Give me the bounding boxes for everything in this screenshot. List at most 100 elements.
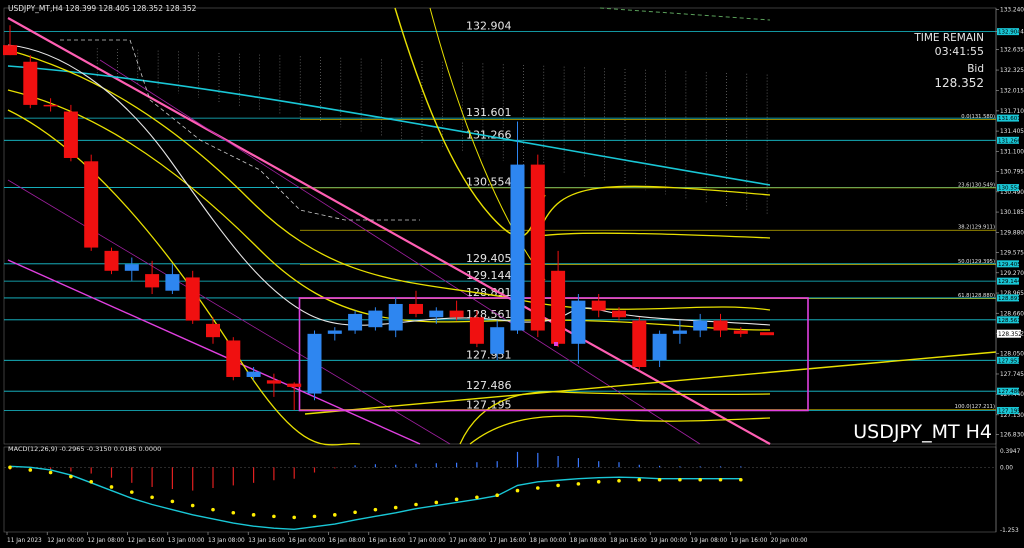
macd-signal-dot — [515, 488, 520, 493]
price-tick-label: 130.185 — [1000, 210, 1024, 216]
candle-body — [104, 250, 119, 271]
candle-body — [632, 320, 647, 368]
macd-signal-dot — [353, 510, 357, 515]
level-tag-label: 132.904 — [998, 30, 1021, 36]
candle-body — [185, 277, 200, 321]
price-tick-label: 132.015 — [1000, 89, 1024, 95]
candle-body — [490, 327, 505, 354]
candle-body — [409, 303, 423, 314]
macd-signal-dot — [109, 485, 114, 489]
level-tag-label: 128.561 — [998, 318, 1021, 324]
time-remain-label: TIME REMAIN — [913, 32, 984, 44]
fib-level-label: 38.2(129.911) — [958, 225, 995, 231]
candle-body — [672, 330, 687, 334]
candle-body — [3, 45, 17, 56]
time-tick-label: 18 Jan 00:00 — [530, 538, 567, 544]
time-tick-label: 18 Jan 16:00 — [610, 538, 647, 544]
candle-body — [246, 371, 261, 377]
candle-body — [733, 330, 748, 334]
candle-body — [307, 333, 322, 394]
candle-body — [612, 310, 626, 318]
candle-body — [206, 323, 220, 338]
macd-signal-dot — [150, 495, 154, 500]
macd-signal-dot — [617, 478, 621, 483]
candle-body — [43, 104, 58, 107]
time-tick-label: 13 Jan 08:00 — [208, 538, 245, 544]
time-tick-label: 19 Jan 16:00 — [731, 538, 768, 544]
candle-body — [713, 320, 728, 331]
time-tick-label: 16 Jan 08:00 — [329, 538, 366, 544]
macd-signal-dot — [373, 507, 378, 512]
bid-label: Bid — [967, 63, 984, 75]
candle-body — [287, 383, 302, 387]
macd-signal-dot — [556, 483, 560, 488]
time-tick-label: 17 Jan 00:00 — [409, 538, 446, 544]
level-tag-label: 127.951 — [998, 358, 1021, 364]
candle-body — [368, 310, 383, 328]
candle-body — [84, 161, 99, 248]
time-tick-label: 17 Jan 08:00 — [449, 538, 486, 544]
macd-signal-dot — [718, 477, 723, 482]
macd-signal-dot — [170, 499, 175, 504]
bid-tag-label: 128.352 — [998, 332, 1022, 338]
time-tick-label: 19 Jan 00:00 — [650, 538, 687, 544]
level-tag-label: 131.601 — [998, 116, 1021, 122]
time-tick-label: 13 Jan 16:00 — [248, 538, 285, 544]
price-tick-label: 127.745 — [1000, 372, 1024, 378]
macd-signal-dot — [678, 477, 682, 482]
time-tick-label: 11 Jan 2023 — [7, 538, 42, 544]
candle-body — [591, 300, 606, 311]
level-tag-label: 130.554 — [998, 186, 1021, 192]
price-tick-label: 129.575 — [1000, 251, 1024, 257]
level-tag-label: 129.144 — [998, 279, 1021, 285]
macd-signal-dot — [190, 503, 195, 508]
candle-body — [551, 270, 566, 344]
candle-body — [469, 317, 484, 344]
macd-signal-dot — [333, 513, 337, 517]
macd-signal-dot — [414, 502, 418, 507]
candle-body — [145, 274, 160, 288]
time-tick-label: 12 Jan 08:00 — [87, 538, 124, 544]
price-level-label: 131.601 — [466, 106, 512, 119]
level-tag-label: 131.266 — [998, 138, 1021, 144]
candle-body — [571, 300, 586, 344]
macd-indicator-title: MACD(12,26,9) -0.2965 -0.3150 0.0185 0.0… — [8, 445, 161, 453]
macd-signal-dot — [536, 486, 540, 490]
macd-signal-dot — [393, 505, 398, 510]
level-tag-label: 127.195 — [998, 408, 1021, 414]
macd-tick-label: 0.3947 — [1000, 449, 1021, 455]
chart-watermark: USDJPY_MT H4 — [853, 421, 992, 443]
bid-price-marker — [760, 332, 774, 336]
bid-value: 128.352 — [934, 76, 984, 90]
candle-body — [652, 333, 667, 361]
price-tick-label: 133.240 — [1000, 7, 1024, 13]
macd-signal-dot — [69, 474, 73, 479]
fib-level-label: 0.0(131.580) — [961, 114, 995, 120]
candle-body — [63, 111, 78, 158]
time-tick-label: 12 Jan 00:00 — [47, 538, 84, 544]
fib-level-label: 100.0(127.211) — [955, 404, 995, 410]
macd-signal-dot — [698, 477, 702, 482]
level-tag-label: 129.405 — [998, 262, 1021, 268]
candle-body — [266, 380, 281, 384]
price-tick-label: 130.795 — [1000, 170, 1024, 176]
candle-body — [226, 340, 241, 377]
time-tick-label: 13 Jan 00:00 — [168, 538, 205, 544]
time-tick-label: 20 Jan 00:00 — [771, 538, 808, 544]
macd-signal-dot — [312, 514, 317, 519]
price-level-label: 132.904 — [466, 20, 512, 33]
time-tick-label: 18 Jan 08:00 — [570, 538, 607, 544]
macd-signal-dot — [231, 510, 236, 515]
macd-signal-dot — [475, 495, 479, 500]
time-tick-label: 16 Jan 00:00 — [288, 538, 325, 544]
price-level-label: 129.405 — [466, 252, 512, 265]
candle-body — [429, 310, 444, 318]
price-chart[interactable]: 132.904 131.601 131.266 130.554 129.405 129.1… — [0, 0, 1024, 548]
price-tick-label: 131.710 — [1000, 109, 1024, 115]
time-tick-label: 16 Jan 16:00 — [369, 538, 406, 544]
macd-signal-dot — [739, 477, 743, 482]
candle-body — [693, 320, 708, 331]
macd-signal-dot — [251, 513, 256, 517]
candle-body — [327, 330, 342, 334]
macd-signal-dot — [292, 515, 297, 520]
